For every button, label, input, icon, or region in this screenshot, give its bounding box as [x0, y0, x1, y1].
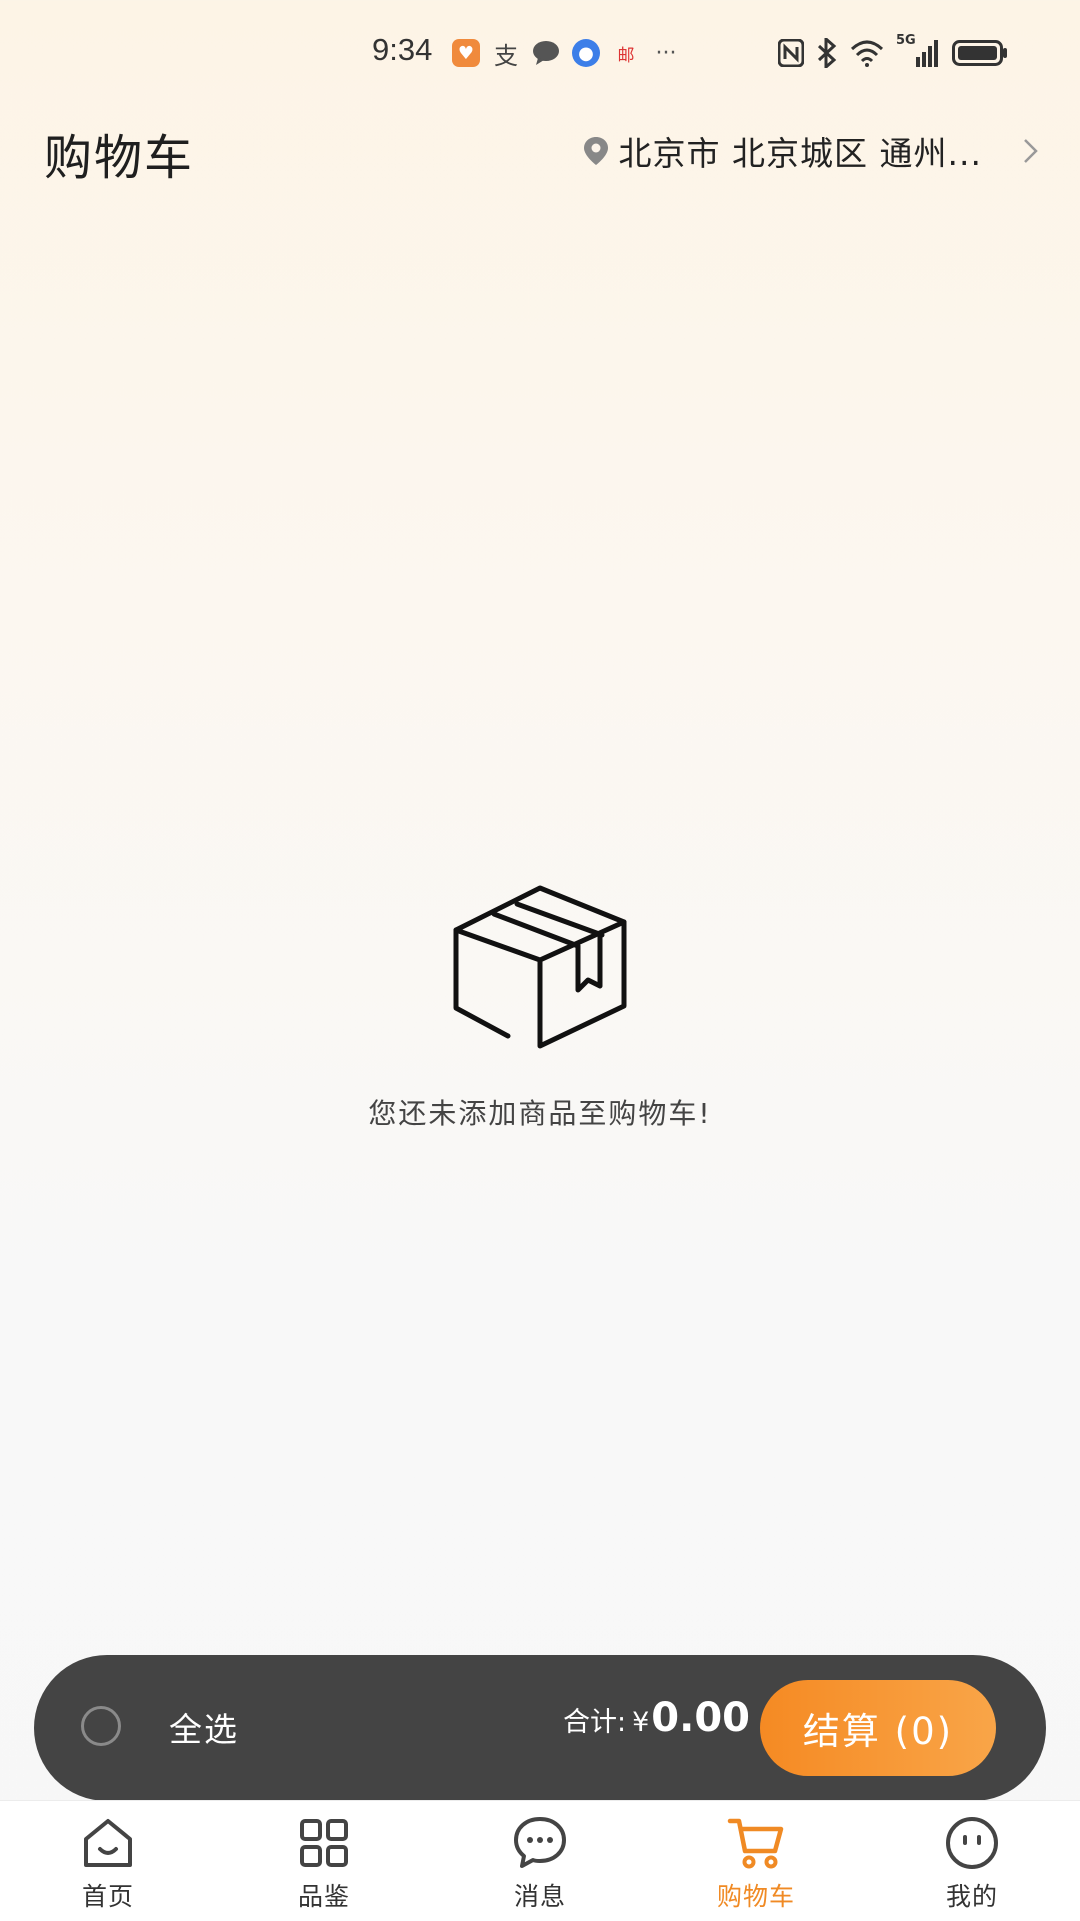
- cart-icon: [727, 1818, 784, 1869]
- nav-label-tasting: 品鉴: [297, 1882, 350, 1911]
- location-pin-icon: [583, 137, 608, 165]
- alipay-notification-icon: 支: [494, 41, 518, 70]
- nav-item-cart[interactable]: 购物车: [686, 1813, 826, 1917]
- mail-notification-icon: 邮: [617, 45, 635, 66]
- total-price: 合计: ¥ 0.00: [563, 1695, 750, 1741]
- bluetooth-icon: [817, 38, 837, 68]
- chevron-right-icon: [1024, 139, 1038, 163]
- nav-item-profile[interactable]: 我的: [902, 1813, 1042, 1917]
- empty-box-icon: [453, 885, 627, 1049]
- system-status-icons: 5G: [778, 33, 1008, 70]
- checkout-button[interactable]: 结算 (0): [760, 1680, 996, 1776]
- network-type: 5G: [896, 33, 916, 48]
- battery-icon: [952, 40, 1007, 66]
- cellular-signal-icon: 5G: [896, 33, 940, 67]
- notification-icons: ♥ 支 ● 邮 ···: [452, 36, 680, 70]
- total-label: 合计:: [563, 1707, 627, 1738]
- status-bar: 9:34 ♥ 支 ● 邮 ··· 5G: [0, 0, 1080, 100]
- nav-label-messages: 消息: [513, 1882, 566, 1911]
- home-icon: [84, 1819, 132, 1867]
- nav-label-cart: 购物车: [716, 1882, 795, 1911]
- app-notification-icon: ♥: [452, 39, 480, 67]
- checkout-bar: 全选 合计: ¥ 0.00 结算 (0): [34, 1655, 1046, 1801]
- select-all-checkbox[interactable]: [81, 1706, 121, 1746]
- bottom-navigation: 首页 品鉴 消息 购物车 我的: [0, 1800, 1080, 1921]
- nfc-icon: [778, 39, 804, 67]
- nav-item-home[interactable]: 首页: [38, 1813, 178, 1917]
- message-notification-icon: [532, 39, 560, 67]
- nav-item-messages[interactable]: 消息: [470, 1813, 610, 1917]
- nav-label-home: 首页: [81, 1882, 134, 1911]
- location-text: 北京市 北京城区 通州...: [618, 134, 982, 173]
- nav-item-tasting[interactable]: 品鉴: [254, 1813, 394, 1917]
- chat-icon: [514, 1817, 566, 1868]
- status-time: 9:34: [372, 32, 433, 67]
- select-all-label[interactable]: 全选: [169, 1703, 239, 1751]
- browser-notification-icon: ●: [572, 39, 600, 67]
- grid-icon: [300, 1819, 348, 1867]
- nav-label-profile: 我的: [945, 1882, 998, 1911]
- currency-symbol: ¥: [632, 1707, 650, 1738]
- page-title: 购物车: [44, 130, 195, 186]
- total-amount: 0.00: [651, 1695, 750, 1741]
- header: 购物车 北京市 北京城区 通州...: [0, 110, 1080, 190]
- more-notifications-icon: ···: [655, 40, 677, 66]
- profile-icon: [946, 1817, 998, 1869]
- wifi-icon: [850, 40, 884, 67]
- empty-cart-message: 您还未添加商品至购物车!: [368, 1097, 712, 1130]
- location-selector[interactable]: 北京市 北京城区 通州...: [583, 124, 1040, 178]
